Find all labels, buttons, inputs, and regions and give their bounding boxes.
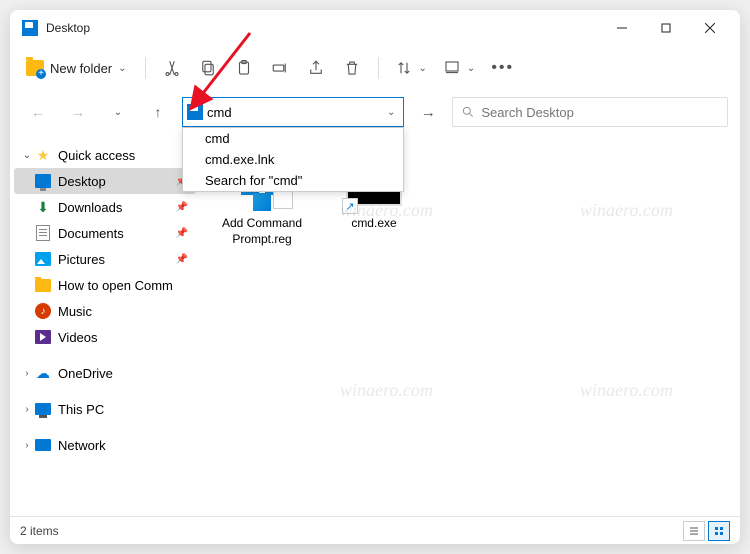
pin-icon: 📌 <box>176 228 188 239</box>
file-label: cmd.exe <box>351 216 396 232</box>
separator <box>145 57 146 79</box>
new-folder-label: New folder <box>50 61 112 76</box>
pin-icon: 📌 <box>176 202 188 213</box>
nav-label: Quick access <box>58 148 135 163</box>
pictures-icon <box>35 252 51 266</box>
folder-icon <box>35 279 51 292</box>
chevron-down-icon: ⌄ <box>419 63 427 74</box>
address-bar[interactable]: ⌄ cmd cmd.exe.lnk Search for "cmd" <box>182 97 404 127</box>
copy-button[interactable] <box>192 52 224 84</box>
sidebar-item-network[interactable]: › Network <box>14 432 196 458</box>
details-view-button[interactable] <box>683 521 705 541</box>
minimize-button[interactable] <box>600 13 644 43</box>
nav-label: This PC <box>58 402 104 417</box>
new-folder-button[interactable]: New folder ⌄ <box>22 52 135 84</box>
window-title: Desktop <box>46 21 90 35</box>
new-folder-icon <box>26 60 44 76</box>
item-count: 2 items <box>20 524 59 538</box>
paste-icon <box>235 59 253 77</box>
share-button[interactable] <box>300 52 332 84</box>
address-dropdown-button[interactable]: ⌄ <box>383 107 399 118</box>
address-suggestions: cmd cmd.exe.lnk Search for "cmd" <box>182 127 404 192</box>
more-button[interactable]: ••• <box>485 52 520 84</box>
view-icon <box>443 59 461 77</box>
nav-label: Music <box>58 304 92 319</box>
music-icon: ♪ <box>35 303 51 319</box>
suggestion-item[interactable]: cmd.exe.lnk <box>183 149 403 170</box>
desktop-icon <box>35 174 51 188</box>
delete-icon <box>343 59 361 77</box>
navbar: ← → ⌄ ↑ ⌄ cmd cmd.exe.lnk Search for "cm… <box>10 90 740 134</box>
maximize-button[interactable] <box>644 13 688 43</box>
suggestion-item[interactable]: Search for "cmd" <box>183 170 403 191</box>
rename-icon <box>271 59 289 77</box>
sort-icon <box>395 59 413 77</box>
pin-icon: 📌 <box>176 254 188 265</box>
titlebar: Desktop <box>10 10 740 46</box>
share-icon <box>307 59 325 77</box>
videos-icon <box>35 330 51 344</box>
rename-button[interactable] <box>264 52 296 84</box>
search-box[interactable] <box>452 97 728 127</box>
chevron-down-icon: ⌄ <box>118 63 126 74</box>
icons-view-button[interactable] <box>708 521 730 541</box>
suggestion-item[interactable]: cmd <box>183 128 403 149</box>
recent-button[interactable]: ⌄ <box>102 96 134 128</box>
documents-icon <box>36 225 50 241</box>
sidebar: ⌄ ★ Quick access Desktop 📌 ⬇ Downloads 📌… <box>10 134 200 516</box>
chevron-down-icon: ⌄ <box>467 63 475 74</box>
cut-icon <box>163 59 181 77</box>
nav-label: How to open Comm <box>58 278 173 293</box>
up-button[interactable]: ↑ <box>142 96 174 128</box>
star-icon: ★ <box>37 147 50 164</box>
paste-button[interactable] <box>228 52 260 84</box>
delete-button[interactable] <box>336 52 368 84</box>
shortcut-arrow-icon: ↗ <box>342 198 358 214</box>
statusbar: 2 items <box>10 516 740 544</box>
window-icon <box>22 20 38 36</box>
sidebar-item-thispc[interactable]: › This PC <box>14 396 196 422</box>
quick-access[interactable]: ⌄ ★ Quick access <box>14 142 196 168</box>
nav-label: Network <box>58 438 106 453</box>
sidebar-item-documents[interactable]: Documents 📌 <box>14 220 196 246</box>
cut-button[interactable] <box>156 52 188 84</box>
sidebar-item-downloads[interactable]: ⬇ Downloads 📌 <box>14 194 196 220</box>
separator <box>378 57 379 79</box>
sidebar-item-desktop[interactable]: Desktop 📌 <box>14 168 196 194</box>
view-button[interactable]: ⌄ <box>437 52 481 84</box>
nav-label: Downloads <box>58 200 122 215</box>
downloads-icon: ⬇ <box>37 199 49 216</box>
sidebar-item-videos[interactable]: Videos <box>14 324 196 350</box>
more-icon: ••• <box>491 59 514 77</box>
address-input[interactable] <box>207 105 383 120</box>
forward-button[interactable]: → <box>62 96 94 128</box>
onedrive-icon: ☁ <box>36 365 50 382</box>
nav-label: Videos <box>58 330 98 345</box>
close-button[interactable] <box>688 13 732 43</box>
nav-label: Documents <box>58 226 124 241</box>
sort-button[interactable]: ⌄ <box>389 52 433 84</box>
back-button[interactable]: ← <box>22 96 54 128</box>
nav-label: Pictures <box>58 252 105 267</box>
search-input[interactable] <box>481 105 719 120</box>
search-icon <box>461 105 475 119</box>
nav-label: Desktop <box>58 174 106 189</box>
location-icon <box>187 104 203 120</box>
explorer-window: Desktop New folder ⌄ ⌄ ⌄ ••• ← → ⌄ ↑ ⌄ <box>10 10 740 544</box>
file-label: Add Command Prompt.reg <box>220 216 304 247</box>
thispc-icon <box>35 403 51 415</box>
sidebar-item-pictures[interactable]: Pictures 📌 <box>14 246 196 272</box>
go-button[interactable]: → <box>412 96 444 128</box>
sidebar-item-onedrive[interactable]: › ☁ OneDrive <box>14 360 196 386</box>
sidebar-item-music[interactable]: ♪ Music <box>14 298 196 324</box>
network-icon <box>35 439 51 451</box>
copy-icon <box>199 59 217 77</box>
nav-label: OneDrive <box>58 366 113 381</box>
toolbar: New folder ⌄ ⌄ ⌄ ••• <box>10 46 740 90</box>
sidebar-item-folder[interactable]: How to open Comm <box>14 272 196 298</box>
